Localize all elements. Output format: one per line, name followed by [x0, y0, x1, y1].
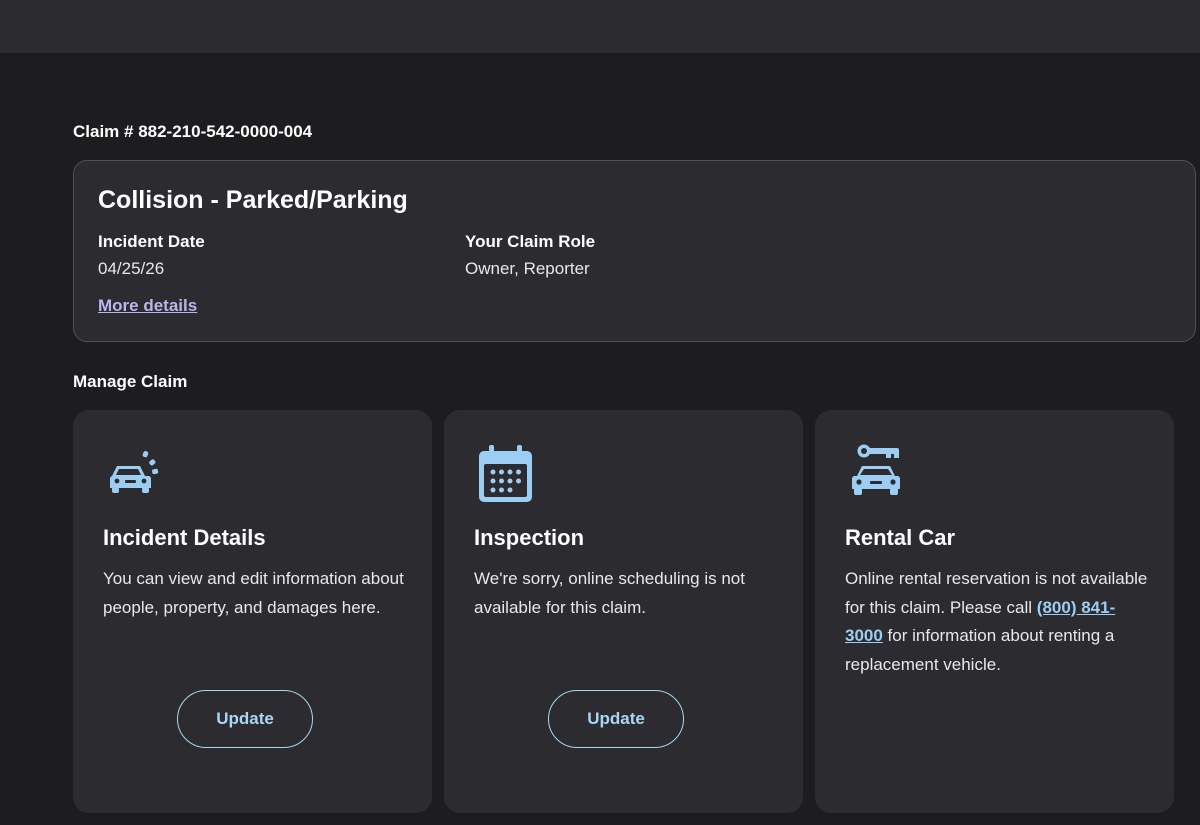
inspection-title: Inspection: [474, 525, 585, 550]
inspection-description: We're sorry, online scheduling is not av…: [474, 569, 745, 617]
rental-car-title: Rental Car: [845, 525, 956, 550]
car-key-icon: [852, 444, 900, 495]
car-collision-icon: [110, 451, 159, 493]
more-details-link[interactable]: More details: [98, 296, 197, 316]
claim-role-label: Your Claim Role: [465, 232, 596, 251]
rental-car-description-end: for information about renting a replacem…: [845, 626, 1115, 674]
incident-date-value: 04/25/26: [98, 259, 165, 278]
calendar-icon: [479, 445, 532, 502]
rental-car-description: Online rental reservation is not availab…: [845, 565, 1150, 679]
incident-date-label: Incident Date: [98, 232, 205, 251]
incident-details-description: You can view and edit information about …: [103, 569, 404, 617]
claim-role-value: Owner, Reporter: [465, 259, 590, 278]
manage-claim-heading: Manage Claim: [73, 372, 188, 391]
incident-details-card: Incident Details You can view and edit i…: [73, 410, 432, 813]
incident-details-update-button[interactable]: Update: [177, 690, 313, 748]
incident-details-title: Incident Details: [103, 525, 266, 550]
claim-type-title: Collision - Parked/Parking: [98, 186, 408, 214]
claim-summary-card: Collision - Parked/Parking Incident Date…: [73, 160, 1196, 342]
inspection-update-button[interactable]: Update: [548, 690, 684, 748]
rental-car-card: Rental Car Online rental reservation is …: [815, 410, 1174, 813]
inspection-card: Inspection We're sorry, online schedulin…: [444, 410, 803, 813]
claim-number: Claim # 882-210-542-0000-004: [73, 122, 313, 141]
top-bar: [0, 0, 1200, 53]
